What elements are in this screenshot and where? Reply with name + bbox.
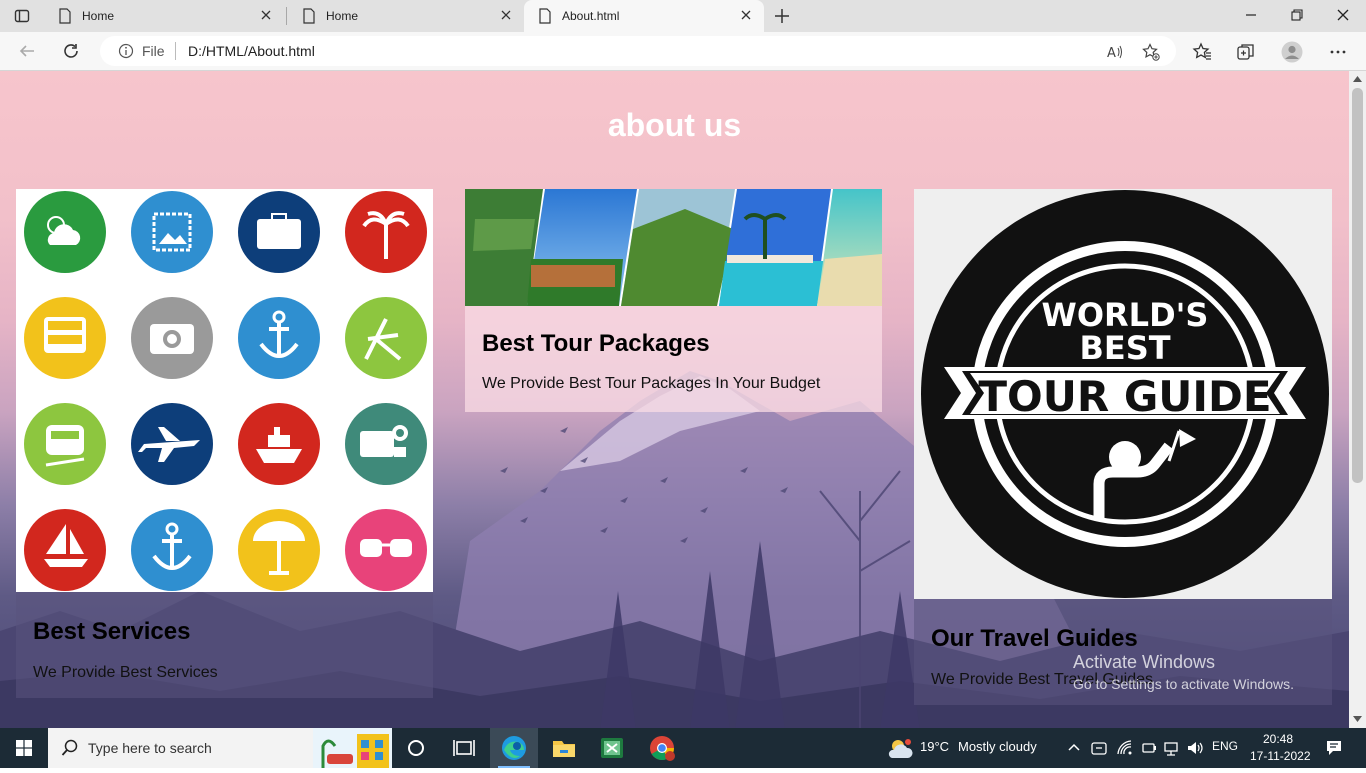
show-hidden-icons-chevron-icon[interactable] [1068, 742, 1080, 752]
search-highlight-image [313, 728, 392, 768]
card-title: Our Travel Guides [931, 625, 1138, 652]
anchor-icon [131, 509, 213, 591]
page-icon [303, 8, 315, 24]
edge-taskbar-app[interactable] [490, 728, 538, 768]
tour-packages-card: Best Tour Packages We Provide Best Tour … [465, 189, 882, 412]
card-title: Best Services [33, 618, 191, 645]
file-explorer-icon[interactable] [540, 728, 588, 768]
card-body: Best Tour Packages We Provide Best Tour … [465, 306, 882, 412]
page-icon [539, 8, 551, 24]
card-body: Best Services We Provide Best Services [16, 592, 433, 698]
taskbar-search-box[interactable]: Type here to search [48, 728, 392, 768]
favorites-icon[interactable] [1192, 42, 1212, 62]
anchor-icon [238, 297, 320, 379]
card-title: Best Tour Packages [482, 330, 710, 357]
tab-actions-icon[interactable] [14, 8, 30, 24]
page-heading: about us [607, 107, 742, 143]
train-icon [24, 403, 106, 485]
tab-about[interactable]: About.html [524, 0, 764, 32]
picture-stamp-icon [131, 191, 213, 273]
page-viewport: about us Best Services We Provide Best S… [0, 71, 1349, 728]
card-description: We Provide Best Tour Packages In Your Bu… [482, 375, 821, 392]
sun-cloud-icon [24, 191, 106, 273]
svg-text:A: A [1107, 46, 1116, 61]
tab-home-1[interactable]: Home [44, 0, 284, 32]
watermark-subtitle: Go to Settings to activate Windows. [1073, 676, 1294, 692]
task-view-icon[interactable] [440, 728, 488, 768]
clock-date[interactable]: 17-11-2022 [1250, 749, 1311, 763]
tab-divider [286, 7, 287, 25]
badge-line3: TOUR GUIDE [978, 372, 1271, 421]
card-description: We Provide Best Services [33, 664, 218, 681]
protocol-label: File [142, 43, 165, 59]
scroll-down-arrow-icon[interactable] [1353, 715, 1362, 723]
edge-icon [502, 736, 526, 760]
badge-line2: BEST [1079, 329, 1170, 367]
scrollbar-thumb[interactable] [1352, 88, 1363, 483]
page-icon [59, 8, 71, 24]
tour-guide-badge-image: WORLD'S BEST TOUR GUIDE [914, 189, 1332, 599]
double-decker-bus-icon [24, 297, 106, 379]
tab-label: About.html [562, 9, 620, 23]
sunglasses-icon [345, 509, 427, 591]
video-camera-icon [345, 403, 427, 485]
suitcase-icon [238, 191, 320, 273]
scroll-up-arrow-icon[interactable] [1353, 75, 1362, 83]
new-tab-icon[interactable] [772, 6, 792, 26]
close-tab-icon[interactable] [500, 9, 512, 21]
palm-tree-icon [345, 191, 427, 273]
refresh-icon[interactable] [62, 42, 80, 60]
read-aloud-icon[interactable]: A [1106, 43, 1124, 61]
close-tab-icon[interactable] [260, 9, 272, 21]
weather-temperature[interactable]: 19°C [920, 739, 949, 754]
wifi-icon[interactable] [1116, 739, 1134, 757]
travel-icons-image [16, 189, 433, 592]
address-toolbar: File D:/HTML/About.html A [0, 32, 1366, 71]
windows-taskbar: Type here to search 19°C Mostly cloudy E… [0, 728, 1366, 768]
collections-icon[interactable] [1236, 42, 1256, 62]
tab-home-2[interactable]: Home [288, 0, 524, 32]
travel-guides-card: WORLD'S BEST TOUR GUIDE Our Travel Guide… [914, 189, 1332, 705]
minimize-icon[interactable] [1244, 8, 1258, 22]
network-adapter-icon[interactable] [1162, 739, 1180, 757]
battery-plug-icon[interactable] [1140, 739, 1158, 757]
tab-label: Home [82, 9, 115, 23]
meet-now-icon[interactable] [1090, 739, 1108, 757]
beach-chair-icon [345, 297, 427, 379]
url-text[interactable]: D:/HTML/About.html [188, 43, 315, 59]
input-language[interactable]: ENG [1212, 739, 1238, 753]
activate-windows-watermark: Activate Windows Go to Settings to activ… [1073, 652, 1294, 692]
more-options-icon[interactable] [1328, 42, 1348, 62]
tab-label: Home [326, 9, 359, 23]
address-bar[interactable]: File D:/HTML/About.html A [100, 36, 1176, 66]
ship-icon [238, 403, 320, 485]
chrome-icon[interactable] [638, 728, 686, 768]
close-tab-icon[interactable] [740, 9, 752, 21]
info-icon[interactable] [118, 43, 134, 59]
search-icon [61, 739, 78, 756]
volume-icon[interactable] [1186, 739, 1204, 757]
tour-collage-image [465, 189, 882, 306]
add-favorite-icon[interactable] [1142, 43, 1160, 61]
clock-time[interactable]: 20:48 [1263, 732, 1293, 746]
watermark-title: Activate Windows [1073, 652, 1216, 672]
weather-condition[interactable]: Mostly cloudy [958, 739, 1037, 754]
restore-icon[interactable] [1290, 8, 1304, 22]
windows-start-icon[interactable] [16, 740, 32, 756]
close-window-icon[interactable] [1336, 8, 1350, 22]
address-divider [175, 42, 176, 60]
back-arrow-icon[interactable] [18, 42, 36, 60]
airplane-icon [131, 403, 213, 485]
weather-cloud-icon[interactable] [886, 738, 914, 760]
cortana-icon[interactable] [392, 728, 440, 768]
camera-icon [131, 297, 213, 379]
beach-umbrella-icon [238, 509, 320, 591]
tab-strip: Home Home About.html [0, 0, 1366, 32]
notifications-icon[interactable] [1325, 739, 1343, 757]
sailboat-icon [24, 509, 106, 591]
excel-icon[interactable] [588, 728, 636, 768]
services-card: Best Services We Provide Best Services [16, 189, 433, 698]
profile-avatar-icon[interactable] [1281, 41, 1303, 63]
search-placeholder: Type here to search [88, 740, 212, 756]
